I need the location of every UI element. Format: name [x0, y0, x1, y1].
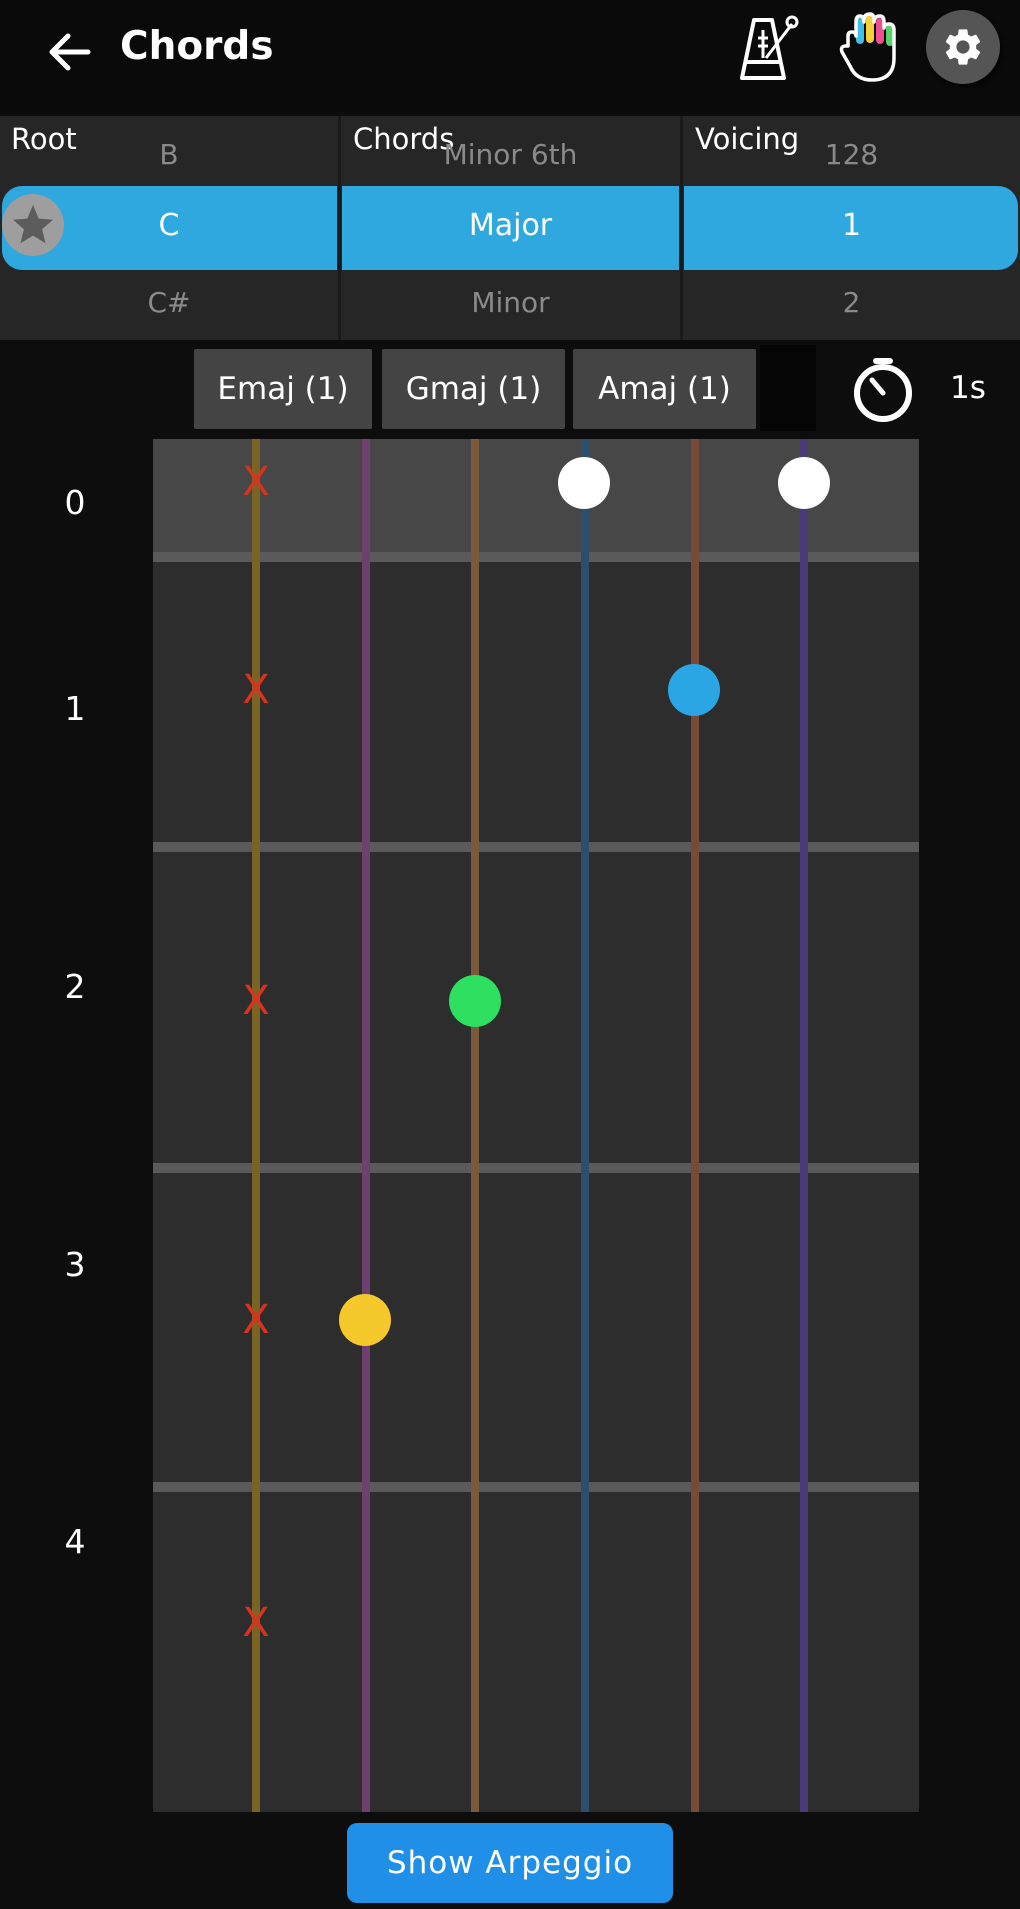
voicing-option-above[interactable]: 128	[683, 138, 1020, 171]
chord-picker: Root B C C# Chords Minor 6th Major Minor…	[0, 116, 1020, 340]
hand-fingers-icon[interactable]	[838, 12, 904, 84]
fretboard: X X X X X	[153, 439, 919, 1812]
root-option-below[interactable]: C#	[0, 286, 338, 319]
gear-icon	[945, 29, 981, 65]
chord-chip-emaj[interactable]: Emaj (1)	[194, 349, 372, 429]
chord-chip-amaj[interactable]: Amaj (1)	[573, 349, 756, 429]
finger-dot-fret-3	[339, 1294, 391, 1346]
timer-icon[interactable]	[848, 355, 918, 425]
chords-option-below[interactable]: Minor	[341, 286, 680, 319]
string-6	[800, 439, 808, 1812]
fret-number: 4	[64, 1522, 86, 1561]
voicing-option-below[interactable]: 2	[683, 286, 1020, 319]
finger-dot-fret-1	[668, 664, 720, 716]
chords-option-above[interactable]: Minor 6th	[341, 138, 680, 171]
metronome-icon[interactable]	[732, 12, 804, 84]
chords-wheel[interactable]: Chords Minor 6th Major Minor	[341, 116, 680, 340]
back-arrow-icon[interactable]	[40, 22, 100, 82]
chip-placeholder	[760, 345, 816, 431]
star-icon	[13, 205, 53, 244]
muted-string-mark: X	[242, 459, 270, 505]
string-2	[362, 439, 370, 1812]
string-5	[691, 439, 699, 1812]
timer-duration: 1s	[950, 370, 986, 406]
root-option-above[interactable]: B	[0, 138, 338, 171]
chord-chip-gmaj[interactable]: Gmaj (1)	[382, 349, 565, 429]
finger-dot-fret-2	[449, 975, 501, 1027]
voicing-option-selected[interactable]: 1	[683, 208, 1020, 243]
finger-dot-open	[558, 457, 610, 509]
muted-string-mark: X	[242, 1297, 270, 1343]
string-4	[581, 439, 589, 1812]
fret-number: 2	[64, 967, 86, 1006]
chords-option-selected[interactable]: Major	[341, 208, 680, 243]
fret-number: 3	[64, 1245, 86, 1284]
string-3	[471, 439, 479, 1812]
page-title: Chords	[120, 24, 274, 69]
fret-number: 1	[64, 689, 86, 728]
muted-string-mark: X	[242, 978, 270, 1024]
show-arpeggio-button[interactable]: Show Arpeggio	[347, 1823, 673, 1903]
app-bar: Chords	[0, 0, 1020, 112]
fret-number: 0	[64, 483, 86, 522]
voicing-wheel[interactable]: Voicing 128 1 2	[683, 116, 1020, 340]
settings-button[interactable]	[926, 10, 1000, 84]
muted-string-mark: X	[242, 667, 270, 713]
muted-string-mark: X	[242, 1600, 270, 1646]
favorite-button[interactable]	[2, 194, 64, 256]
finger-dot-open	[778, 457, 830, 509]
